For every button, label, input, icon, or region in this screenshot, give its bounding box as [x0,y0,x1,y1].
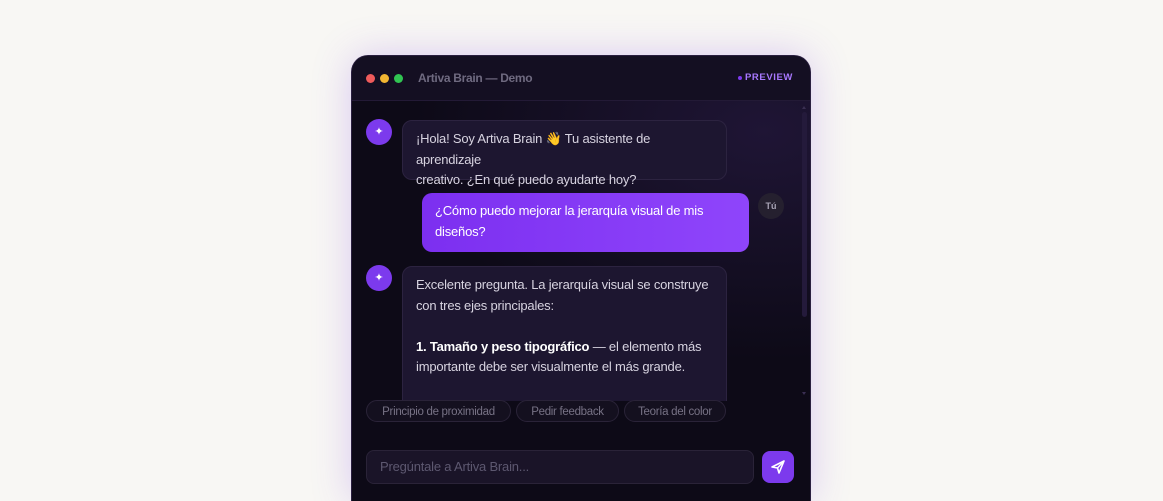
chat-window: Artiva Brain — Demo PREVIEW ✦ ¡Hola! Soy… [352,56,810,501]
point-title: 1. Tamaño y peso tipográfico [416,338,590,354]
scroll-down-arrow[interactable] [802,392,806,395]
send-button[interactable] [762,451,794,483]
bot-message: Excelente pregunta. La jerarquía visual … [402,266,727,401]
message-input[interactable]: Pregúntale a Artiva Brain... [366,450,754,484]
message-line: Excelente pregunta. La jerarquía visual … [416,277,709,292]
message-line: ¿Cómo puedo mejorar la jerarquía visual … [435,203,704,218]
bot-avatar: ✦ [366,119,392,145]
preview-indicator-dot [738,76,742,80]
user-message: ¿Cómo puedo mejorar la jerarquía visual … [422,193,749,252]
title-bar: Artiva Brain — Demo PREVIEW [352,56,810,101]
chat-scrollbar[interactable] [802,112,807,317]
scroll-up-arrow[interactable] [802,106,806,109]
message-line: ¡Hola! Soy Artiva Brain 👋 Tu asistente d… [416,131,651,167]
message-line: diseños? [435,223,486,239]
maximize-window-dot[interactable] [394,74,403,83]
suggestion-chip[interactable]: Principio de proximidad [366,400,511,422]
point-text: — el elemento más [589,338,702,354]
message-list[interactable]: ✦ ¡Hola! Soy Artiva Brain 👋 Tu asistente… [352,101,810,401]
message-line: importante debe ser visualmente el más g… [416,359,686,374]
bot-message: ¡Hola! Soy Artiva Brain 👋 Tu asistente d… [402,120,727,187]
preview-badge: PREVIEW [744,72,793,83]
message-line: creativo. ¿En qué puedo ayudarte hoy? [416,172,637,187]
message-line: con tres ejes principales: [416,297,554,313]
message-line: 1. Tamaño y peso tipográfico — el elemen… [416,337,713,358]
window-title: Artiva Brain — Demo [418,71,533,85]
bot-avatar: ✦ [366,265,392,291]
suggestion-chip[interactable]: Pedir feedback [516,400,619,422]
suggestion-chip[interactable]: Teoría del color [624,400,726,422]
sparkle-icon: ✦ [374,272,384,284]
send-icon [771,460,785,474]
user-avatar: Tú [758,193,784,219]
sparkle-icon: ✦ [374,126,384,138]
minimize-window-dot[interactable] [380,74,389,83]
close-window-dot[interactable] [366,74,375,83]
